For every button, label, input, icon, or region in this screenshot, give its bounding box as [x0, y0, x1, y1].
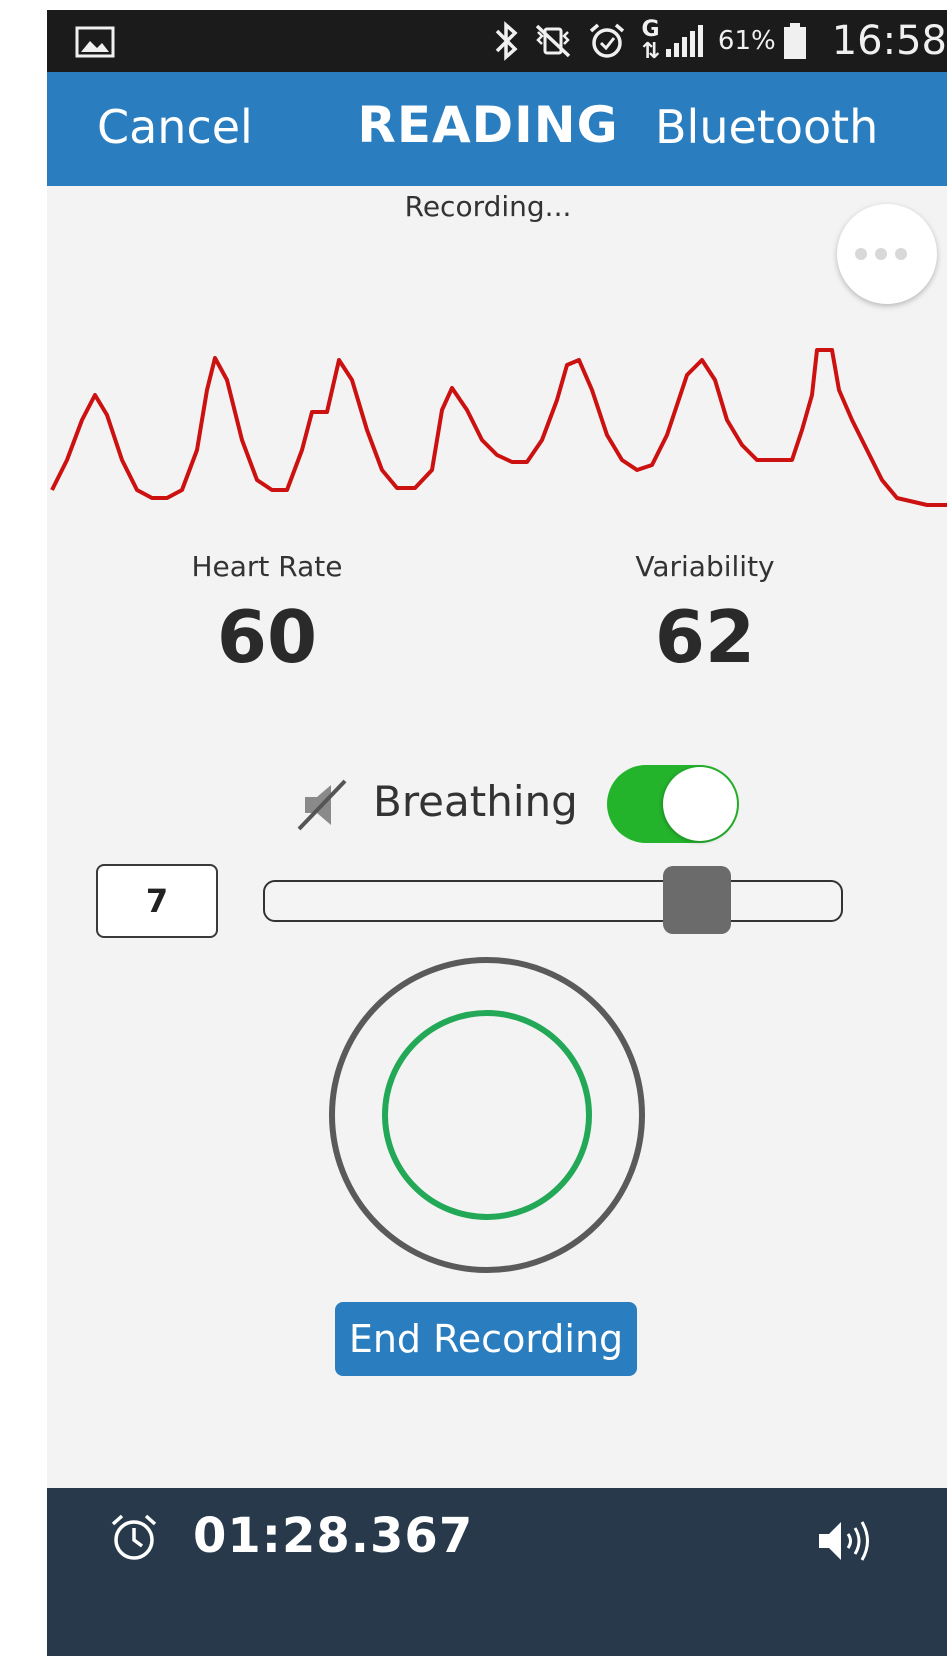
clock-time: 16:58	[831, 18, 947, 64]
breathing-label: Breathing	[373, 777, 578, 826]
outer-ring	[329, 957, 645, 1273]
battery-percent: 61%	[717, 26, 776, 56]
breathing-row: Breathing	[295, 765, 739, 845]
variability-label: Variability	[635, 550, 775, 583]
alarm-clock-icon	[107, 1510, 161, 1568]
elapsed-timer: 01:28.367	[193, 1508, 474, 1564]
recording-status: Recording...	[404, 190, 572, 223]
variability-value: 62	[654, 595, 756, 679]
inner-ring	[382, 1010, 592, 1220]
waveform-line	[50, 348, 947, 507]
status-bar: G ⇅ 61% 16:58	[47, 10, 947, 72]
footer-bar: 01:28.367	[47, 1488, 947, 1656]
app-screen: G ⇅ 61% 16:58 Cancel READING Bluetooth Re…	[47, 10, 947, 1656]
app-header: Cancel READING Bluetooth	[47, 72, 947, 186]
heart-rate-waveform	[50, 348, 947, 507]
signal-icon	[664, 23, 704, 59]
slider-thumb[interactable]	[663, 866, 731, 934]
pace-value-box[interactable]: 7	[96, 864, 218, 938]
alarm-icon	[587, 21, 627, 61]
vibrate-mute-icon	[533, 22, 573, 60]
toggle-knob	[663, 767, 737, 841]
breathing-toggle[interactable]	[607, 765, 739, 843]
heart-rate-value: 60	[216, 595, 318, 679]
more-dots-icon	[855, 248, 907, 260]
more-options-button[interactable]	[837, 204, 937, 304]
battery-icon	[782, 21, 808, 61]
gallery-icon	[75, 26, 115, 62]
slider-fill	[265, 882, 697, 920]
volume-icon[interactable]	[813, 1514, 873, 1572]
pace-slider[interactable]	[263, 866, 843, 934]
sound-off-icon[interactable]	[295, 777, 351, 837]
heart-rate-label: Heart Rate	[191, 550, 343, 583]
breath-indicator	[329, 957, 645, 1273]
end-recording-button[interactable]: End Recording	[335, 1302, 637, 1376]
bluetooth-button[interactable]: Bluetooth	[655, 100, 878, 154]
network-type-icon: G ⇅	[641, 17, 660, 64]
bluetooth-icon	[493, 21, 519, 61]
